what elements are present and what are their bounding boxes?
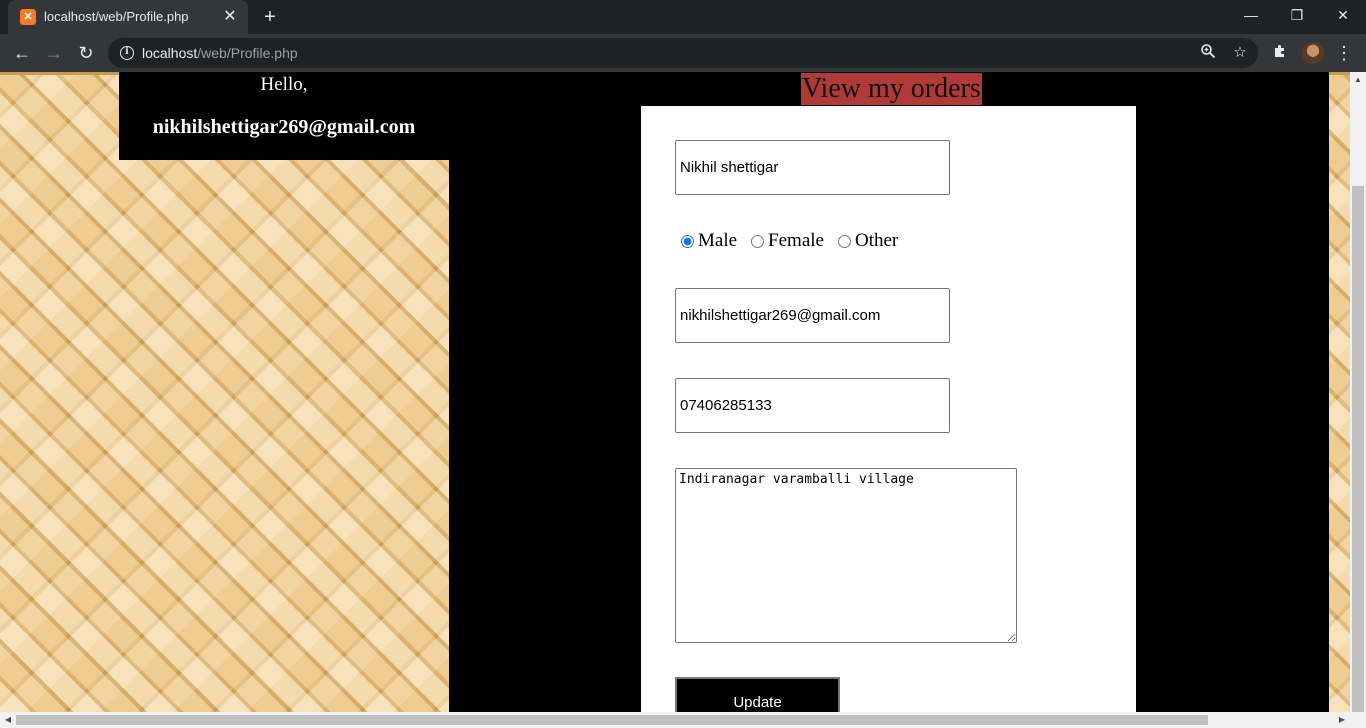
address-bar[interactable]: i localhost/web/Profile.php ☆: [108, 38, 1258, 68]
vertical-scroll-thumb[interactable]: [1352, 186, 1364, 712]
url-text: localhost/web/Profile.php: [142, 45, 298, 61]
gender-radio-group: Male Female Other: [675, 229, 906, 253]
tab-strip: ✕ localhost/web/Profile.php ✕ + — ❐ ✕: [0, 0, 1366, 34]
browser-tab[interactable]: ✕ localhost/web/Profile.php ✕: [8, 0, 248, 34]
back-icon[interactable]: ←: [8, 39, 36, 67]
minimize-icon[interactable]: —: [1228, 0, 1274, 30]
greeting-box: Hello, nikhilshettigar269@gmail.com: [119, 72, 449, 160]
gender-option-other[interactable]: Other: [832, 230, 898, 252]
close-tab-icon[interactable]: ✕: [220, 7, 240, 27]
site-info-icon[interactable]: i: [120, 46, 134, 60]
profile-form: Male Female Other Indiranagar varamballi…: [641, 106, 1136, 712]
update-button[interactable]: Update: [675, 677, 840, 712]
reload-icon[interactable]: ↻: [72, 39, 100, 67]
gender-option-male[interactable]: Male: [675, 230, 737, 252]
female-label: Female: [768, 230, 824, 251]
browser-toolbar: ← → ↻ i localhost/web/Profile.php ☆ ⋮: [0, 34, 1366, 72]
view-orders-link[interactable]: View my orders: [801, 73, 982, 105]
xampp-icon: ✕: [20, 9, 36, 25]
horizontal-scrollbar[interactable]: ◀ ▶: [0, 712, 1366, 728]
name-field[interactable]: [675, 140, 950, 195]
address-textarea[interactable]: Indiranagar varamballi village: [675, 468, 1017, 643]
menu-kebab-icon[interactable]: ⋮: [1330, 39, 1358, 67]
close-window-icon[interactable]: ✕: [1320, 0, 1366, 30]
vertical-scrollbar[interactable]: ▲: [1350, 72, 1366, 712]
profile-panel: View my orders Male Female Other Indiran…: [449, 72, 1329, 712]
other-label: Other: [854, 230, 899, 251]
extensions-puzzle-icon[interactable]: [1266, 39, 1294, 67]
user-email: nikhilshettigar269@gmail.com: [152, 116, 416, 138]
profile-avatar[interactable]: [1302, 42, 1324, 64]
bookmark-star-icon[interactable]: ☆: [1230, 43, 1250, 63]
female-radio[interactable]: [751, 234, 765, 248]
tab-title: localhost/web/Profile.php: [44, 9, 189, 24]
url-host: localhost: [142, 45, 198, 61]
forward-icon[interactable]: →: [40, 39, 68, 67]
scroll-up-arrow-icon[interactable]: ▲: [1350, 72, 1366, 88]
new-tab-icon[interactable]: +: [258, 5, 282, 29]
scroll-left-arrow-icon[interactable]: ◀: [0, 712, 16, 728]
email-field[interactable]: [675, 288, 950, 343]
url-path: /web/Profile.php: [197, 45, 298, 61]
male-label: Male: [698, 230, 738, 251]
restore-icon[interactable]: ❐: [1274, 0, 1320, 30]
hello-text: Hello,: [260, 74, 308, 95]
zoom-icon[interactable]: [1198, 43, 1218, 63]
gender-option-female[interactable]: Female: [745, 230, 824, 252]
male-radio[interactable]: [681, 234, 694, 248]
page-viewport: Hello, nikhilshettigar269@gmail.com View…: [0, 72, 1350, 712]
phone-field[interactable]: [675, 378, 950, 433]
scroll-right-arrow-icon[interactable]: ▶: [1334, 712, 1350, 728]
horizontal-scroll-thumb[interactable]: [16, 715, 1208, 725]
other-radio[interactable]: [837, 234, 851, 248]
